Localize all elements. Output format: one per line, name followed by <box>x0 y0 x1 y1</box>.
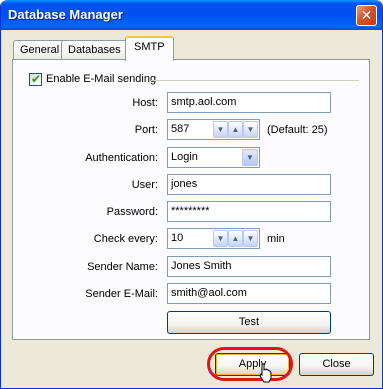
chevron-down-icon: ▼ <box>246 153 254 162</box>
port-default-note: (Default: 25) <box>267 124 328 136</box>
port-decrease-button-2[interactable]: ▼ <box>243 121 258 138</box>
window-close-button[interactable]: ✕ <box>356 5 377 26</box>
title-bar[interactable]: Database Manager ✕ <box>1 0 382 30</box>
test-button[interactable]: Test <box>167 311 331 334</box>
group-divider <box>151 80 359 81</box>
sender-email-label: Sender E-Mail: <box>85 288 158 300</box>
port-increase-button[interactable]: ▲ <box>228 121 243 138</box>
port-value: 587 <box>171 123 190 135</box>
chevron-down-icon: ▼ <box>216 125 225 134</box>
enable-email-label: Enable E-Mail sending <box>46 73 157 85</box>
sender-name-input[interactable]: Jones Smith <box>167 256 331 277</box>
enable-email-checkbox[interactable]: ✔ <box>29 72 42 86</box>
check-every-value: 10 <box>171 232 184 244</box>
authentication-dropdown-button[interactable]: ▼ <box>242 149 258 166</box>
user-input[interactable]: jones <box>167 174 331 195</box>
mouse-cursor-icon <box>259 363 272 383</box>
port-spinner[interactable]: 587 ▼ ▲ ▼ <box>167 119 260 140</box>
chevron-down-icon: ▼ <box>246 125 255 134</box>
check-every-label: Check every: <box>93 233 158 245</box>
check-every-unit: min <box>267 233 285 245</box>
tab-general[interactable]: General <box>13 40 67 60</box>
check-every-spinner[interactable]: 10 ▼ ▲ ▼ <box>167 228 260 249</box>
check-increase-button[interactable]: ▲ <box>228 230 243 247</box>
apply-button[interactable]: Apply <box>215 353 290 376</box>
host-label: Host: <box>132 97 158 109</box>
database-manager-window: Database Manager ✕ General Databases SMT… <box>0 0 383 389</box>
user-label: User: <box>131 179 158 191</box>
tab-smtp[interactable]: SMTP <box>125 36 174 61</box>
authentication-value: Login <box>171 151 198 163</box>
chevron-up-icon: ▲ <box>231 125 240 134</box>
check-decrease-button[interactable]: ▼ <box>213 230 228 247</box>
close-button[interactable]: Close <box>299 353 374 376</box>
chevron-up-icon: ▲ <box>231 234 240 243</box>
authentication-label: Authentication: <box>85 152 158 164</box>
chevron-down-icon: ▼ <box>216 234 225 243</box>
check-icon: ✔ <box>31 72 42 86</box>
sender-email-input[interactable]: smith@aol.com <box>167 283 331 304</box>
port-label: Port: <box>134 124 158 136</box>
tab-databases[interactable]: Databases <box>61 40 128 60</box>
check-decrease-button-2[interactable]: ▼ <box>243 230 258 247</box>
host-input[interactable]: smtp.aol.com <box>167 92 331 113</box>
chevron-down-icon: ▼ <box>246 234 255 243</box>
authentication-select[interactable]: Login ▼ <box>167 147 260 168</box>
port-decrease-button[interactable]: ▼ <box>213 121 228 138</box>
password-label: Password: <box>106 206 158 218</box>
sender-name-label: Sender Name: <box>87 261 158 273</box>
window-title: Database Manager <box>8 7 123 22</box>
password-input[interactable]: ********* <box>167 201 331 222</box>
close-icon: ✕ <box>360 7 373 23</box>
